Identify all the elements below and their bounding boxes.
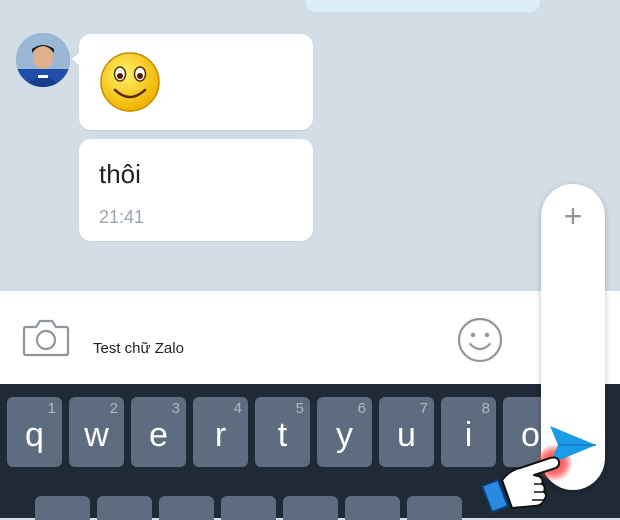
key-row2[interactable] — [159, 496, 214, 520]
key-row2[interactable] — [35, 496, 90, 520]
key-row2[interactable] — [407, 496, 462, 520]
message-bubble-emoji[interactable] — [72, 34, 313, 130]
key-q[interactable]: 1q — [7, 397, 62, 467]
key-r[interactable]: 4r — [193, 397, 248, 467]
key-u[interactable]: 7u — [379, 397, 434, 467]
key-row2[interactable] — [221, 496, 276, 520]
key-hint: 1 — [47, 400, 56, 417]
bubble-tail — [72, 52, 80, 66]
key-t[interactable]: 5t — [255, 397, 310, 467]
input-bar: Test chữ Zalo — [0, 291, 620, 384]
smiley-face-icon — [100, 52, 160, 112]
message-text: thôi — [99, 159, 141, 189]
message-bubble-text[interactable]: thôi 21:41 — [79, 139, 313, 241]
key-hint: 2 — [109, 400, 118, 417]
chat-area: thôi 21:41 — [0, 0, 620, 291]
key-hint: 3 — [171, 400, 180, 417]
previous-message-bubble — [306, 0, 540, 12]
message-timestamp: 21:41 — [99, 207, 145, 227]
key-w[interactable]: 2w — [69, 397, 124, 467]
pointing-hand-icon — [480, 456, 561, 514]
key-row2[interactable] — [283, 496, 338, 520]
emoji-picker-icon[interactable] — [457, 317, 503, 363]
key-row2[interactable] — [345, 496, 400, 520]
key-hint: 4 — [233, 400, 242, 417]
key-row2[interactable] — [97, 496, 152, 520]
camera-icon[interactable] — [22, 317, 70, 357]
key-hint: 8 — [481, 400, 490, 417]
avatar-photo — [16, 33, 70, 87]
key-hint: 7 — [419, 400, 428, 417]
plus-icon[interactable]: + — [541, 198, 605, 235]
message-input[interactable]: Test chữ Zalo — [93, 340, 184, 357]
key-hint: 6 — [357, 400, 366, 417]
key-hint: 5 — [295, 400, 304, 417]
key-e[interactable]: 3e — [131, 397, 186, 467]
avatar[interactable] — [16, 33, 70, 87]
key-y[interactable]: 6y — [317, 397, 372, 467]
